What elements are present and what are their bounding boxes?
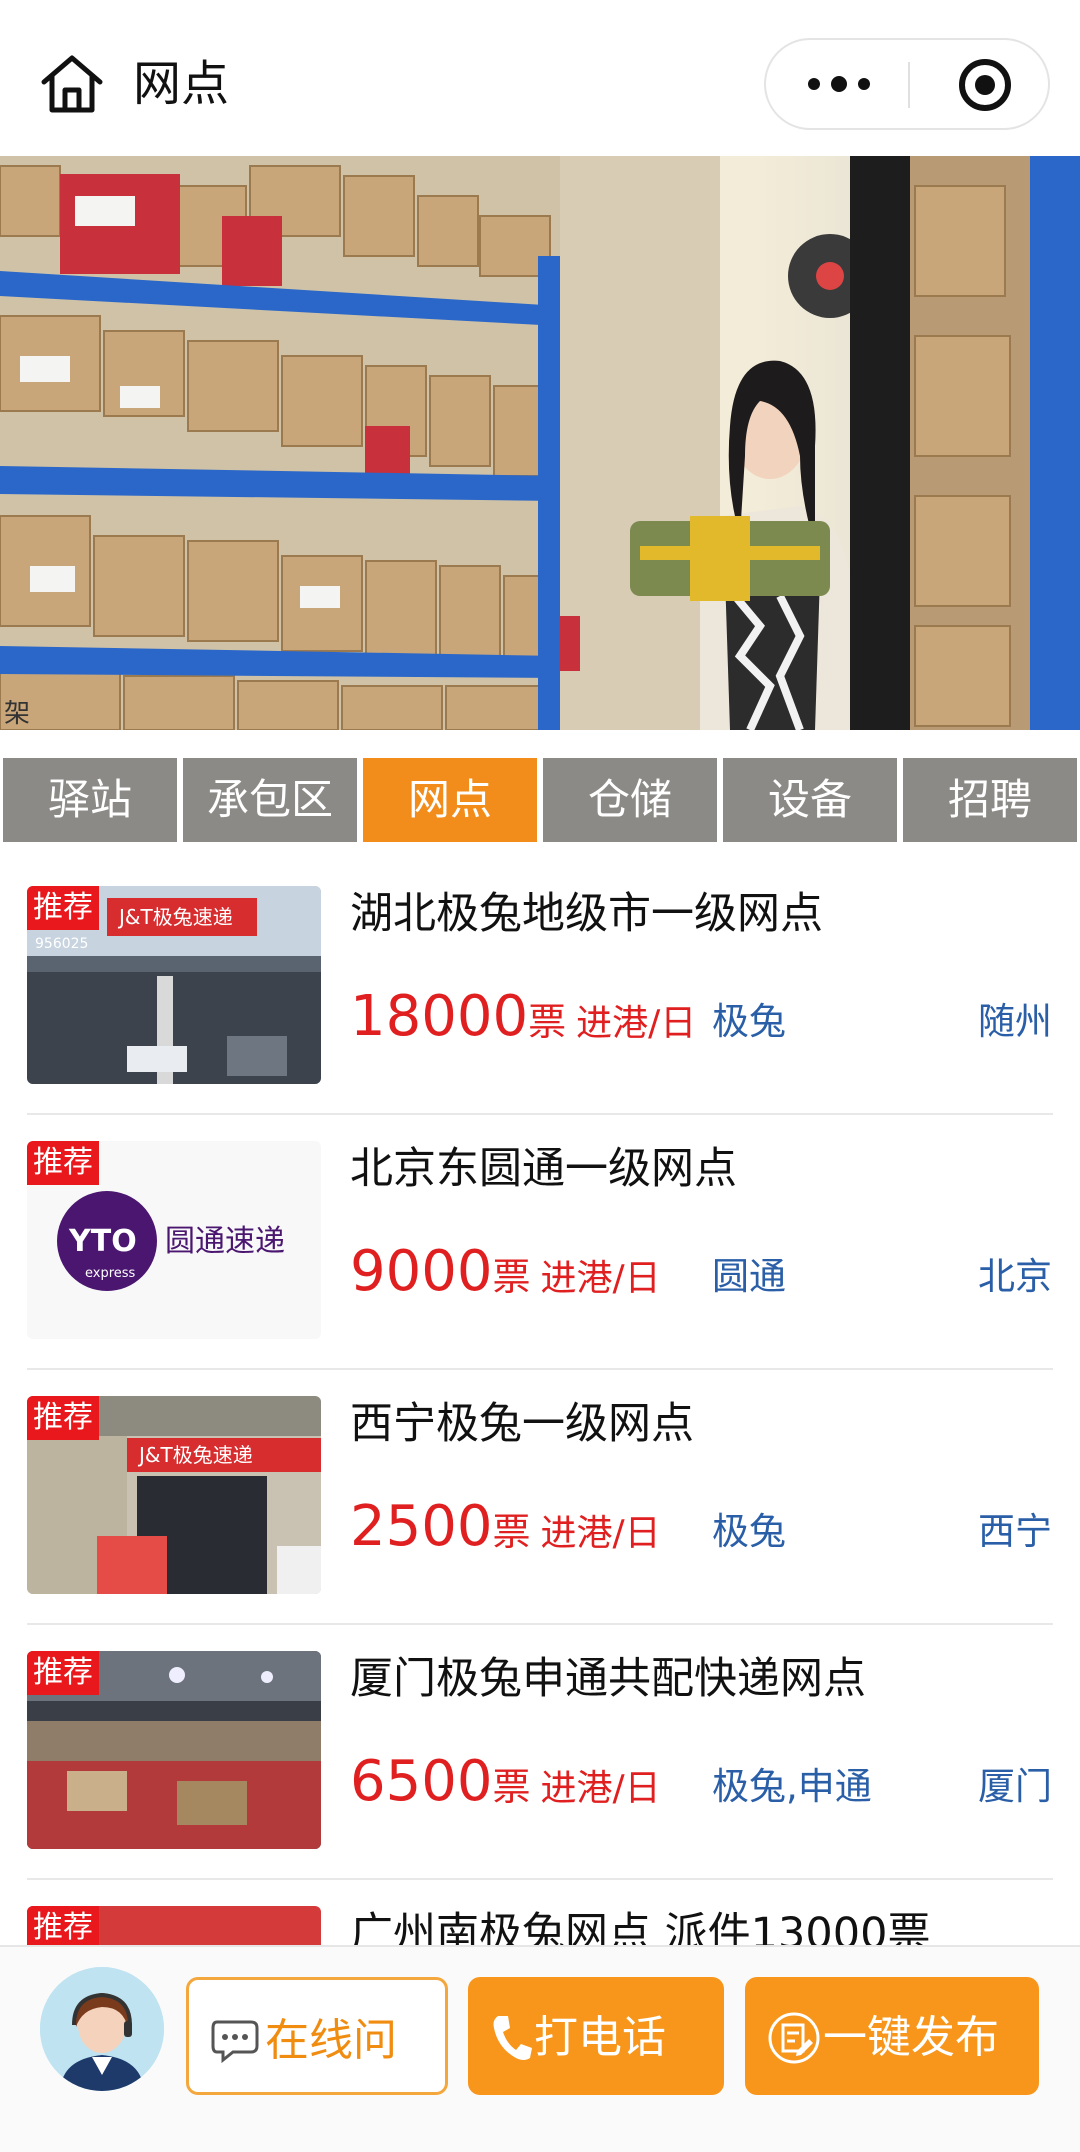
listing-volume: 9000票 进港/日 [350,1239,661,1304]
listing-title: 湖北极兔地级市一级网点 [350,889,823,939]
listing-city: 西宁 [978,1510,1052,1553]
call-button[interactable]: 打电话 [468,1977,724,2095]
list-item[interactable]: 推荐 J&T极兔速递 956025 湖北极兔地级市一级网点 18000票 进港/日… [0,860,1080,1115]
call-label: 打电话 [534,2012,666,2063]
customer-service-avatar[interactable] [40,1967,164,2091]
publish-icon [768,2012,820,2064]
listing-brand: 极兔 [712,1510,786,1553]
listing-thumbnail: 推荐 J&T极兔速递 [27,1396,321,1594]
listing-city: 北京 [978,1255,1052,1298]
list-item[interactable]: 推荐 YTO express 圆通速递 北京东圆通一级网点 9000票 进港/日 … [0,1115,1080,1370]
top-bar: 网点 [0,0,1080,156]
tab-shebei[interactable]: 设备 [723,758,897,842]
more-icon[interactable] [804,74,874,94]
home-icon[interactable] [38,52,106,116]
listing-title: 厦门极兔申通共配快递网点 [350,1654,866,1704]
warehouse-photo: 架 [0,156,1080,730]
list-item[interactable]: 推荐 广州南极兔网点 派件13000票 [0,1880,1080,1945]
svg-text:J&T极兔速递: J&T极兔速递 [137,1443,253,1467]
recommend-badge: 推荐 [27,1141,99,1185]
list-item[interactable]: 推荐 J&T极兔速递 西宁极兔一级网点 2500票 进港/日 极兔 西宁 [0,1370,1080,1625]
listing-title: 广州南极兔网点 派件13000票 [350,1909,931,1945]
svg-text:J&T极兔速递: J&T极兔速递 [117,905,233,929]
svg-text:express: express [85,1266,136,1281]
mini-program-capsule [764,38,1050,130]
publish-label: 一键发布 [823,2012,999,2063]
banner-image[interactable]: 架 [0,156,1080,730]
listing-city: 厦门 [978,1765,1052,1808]
page-title: 网点 [133,56,230,112]
close-target-icon[interactable] [956,56,1014,114]
listing-thumbnail: 推荐 YTO express 圆通速递 [27,1141,321,1339]
recommend-badge: 推荐 [27,1906,99,1945]
listing-volume: 18000票 进港/日 [350,984,697,1049]
listing-city: 随州 [978,1000,1052,1043]
tab-yizhan[interactable]: 驿站 [3,758,177,842]
listing-thumbnail: 推荐 [27,1651,321,1849]
svg-text:YTO: YTO [68,1224,137,1259]
tab-wangdian[interactable]: 网点 [363,758,537,842]
listing-volume: 2500票 进港/日 [350,1494,661,1559]
category-tabs: 驿站 承包区 网点 仓储 设备 招聘 [0,758,1080,842]
listing-thumbnail: 推荐 [27,1906,321,1945]
recommend-badge: 推荐 [27,886,99,930]
tab-zhaopin[interactable]: 招聘 [903,758,1077,842]
listing-title: 西宁极兔一级网点 [350,1399,694,1449]
agent-icon [40,1967,164,2091]
listing-brand: 极兔 [712,1000,786,1043]
online-chat-button[interactable]: 在线问 [186,1977,448,2095]
tab-chengbaoqu[interactable]: 承包区 [183,758,357,842]
recommend-badge: 推荐 [27,1396,99,1440]
listing-title: 北京东圆通一级网点 [350,1144,737,1194]
phone-icon [493,2016,532,2060]
listing-brand: 圆通 [712,1255,786,1298]
one-click-publish-button[interactable]: 一键发布 [745,1977,1039,2095]
listing-volume: 6500票 进港/日 [350,1749,661,1814]
svg-text:圆通速递: 圆通速递 [165,1224,285,1259]
chat-icon [211,2020,259,2064]
listing-thumbnail: 推荐 J&T极兔速递 956025 [27,886,321,1084]
svg-text:956025: 956025 [35,936,88,952]
listing-brand: 极兔,申通 [712,1765,872,1808]
tab-cangchu[interactable]: 仓储 [543,758,717,842]
recommend-badge: 推荐 [27,1651,99,1695]
online-chat-label: 在线问 [265,2015,397,2066]
shelf-label: 架 [4,699,30,729]
listing-list: 推荐 J&T极兔速递 956025 湖北极兔地级市一级网点 18000票 进港/日… [0,860,1080,1945]
bottom-action-bar: 在线问 打电话 一键发布 [0,1945,1080,2152]
list-item[interactable]: 推荐 厦门极兔申通共配快递网点 6500票 进港/日 极兔,申通 厦门 [0,1625,1080,1880]
capsule-divider [908,62,910,108]
